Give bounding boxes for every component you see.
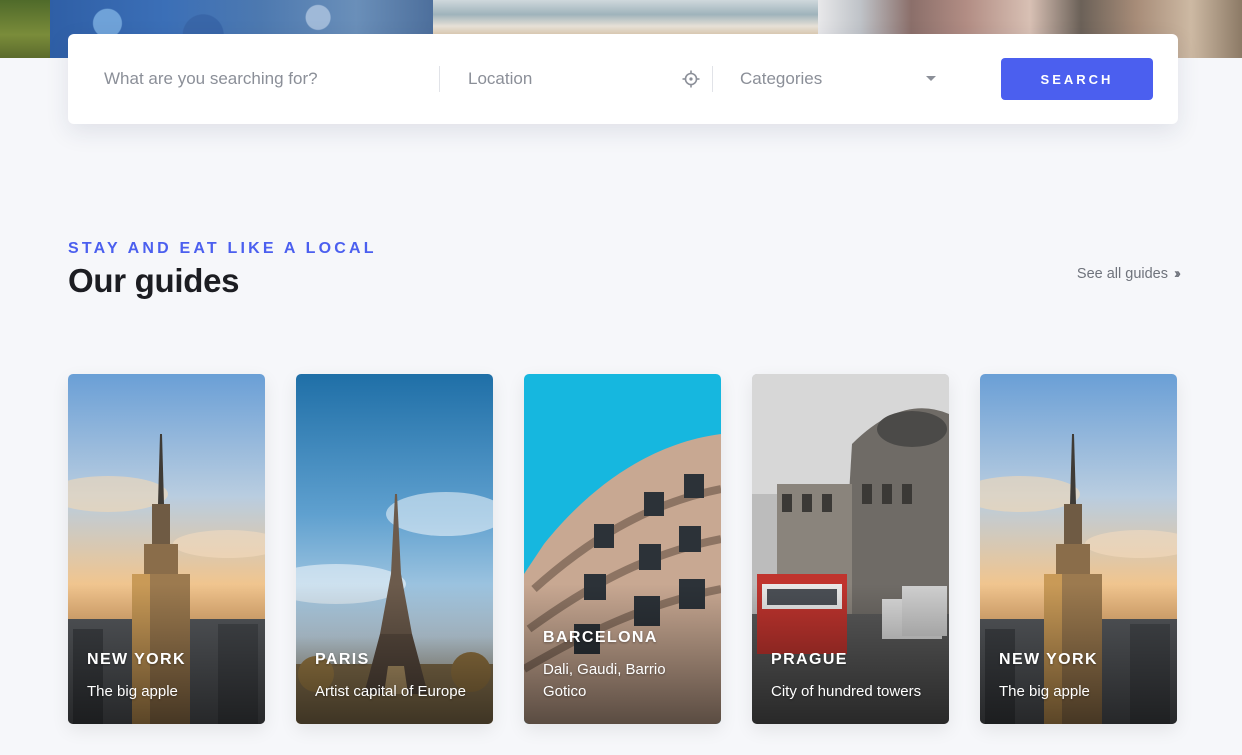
guide-description: City of hundred towers xyxy=(771,683,922,700)
guide-city: NEW YORK xyxy=(87,651,186,668)
see-all-guides-link[interactable]: See all guides ›› xyxy=(1076,265,1181,282)
guide-card-new-york[interactable]: NEW YORK The big apple xyxy=(68,374,265,724)
guide-card-text: NEW YORK The big apple xyxy=(999,651,1163,703)
section-title: Our guides xyxy=(68,262,240,299)
search-query-field[interactable] xyxy=(104,34,434,124)
see-all-guides-label: See all guides xyxy=(1076,265,1168,282)
guide-card-text: PRAGUE City of hundred towers xyxy=(771,651,935,703)
guide-city: NEW YORK xyxy=(999,651,1098,668)
divider xyxy=(439,66,440,92)
crosshair-locate-icon[interactable] xyxy=(682,70,700,88)
divider xyxy=(712,66,713,92)
guide-description: The big apple xyxy=(87,683,178,700)
hero-photo xyxy=(0,0,50,58)
guide-city: PRAGUE xyxy=(771,651,848,668)
double-chevron-right-icon: ›› xyxy=(1174,265,1181,282)
guide-card-text: BARCELONA Dali, Gaudi, Barrio Gotico xyxy=(543,629,707,703)
guide-description: Dali, Gaudi, Barrio Gotico xyxy=(543,661,666,700)
section-eyebrow: STAY AND EAT LIKE A LOCAL xyxy=(68,240,377,257)
categories-select[interactable]: Categories xyxy=(740,34,940,124)
search-input[interactable] xyxy=(104,69,434,89)
guide-city: BARCELONA xyxy=(543,629,658,646)
guide-card-text: NEW YORK The big apple xyxy=(87,651,251,703)
guide-card-paris[interactable]: PARIS Artist capital of Europe xyxy=(296,374,493,724)
guide-card-text: PARIS Artist capital of Europe xyxy=(315,651,479,703)
guide-city: PARIS xyxy=(315,651,370,668)
page: Categories SEARCH STAY AND EAT LIKE A LO… xyxy=(0,0,1242,755)
guide-card-new-york[interactable]: NEW YORK The big apple xyxy=(980,374,1177,724)
search-bar: Categories SEARCH xyxy=(68,34,1178,124)
guide-card-prague[interactable]: PRAGUE City of hundred towers xyxy=(752,374,949,724)
guides-list: NEW YORK The big apple PARIS Artist capi… xyxy=(68,374,1177,724)
categories-select-value: Categories xyxy=(740,69,823,88)
guide-description: The big apple xyxy=(999,683,1090,700)
location-input[interactable] xyxy=(468,69,703,89)
location-field[interactable] xyxy=(468,34,703,124)
guide-card-barcelona[interactable]: BARCELONA Dali, Gaudi, Barrio Gotico xyxy=(524,374,721,724)
caret-down-icon[interactable] xyxy=(926,76,936,81)
search-button[interactable]: SEARCH xyxy=(1001,58,1153,100)
guide-description: Artist capital of Europe xyxy=(315,683,466,700)
